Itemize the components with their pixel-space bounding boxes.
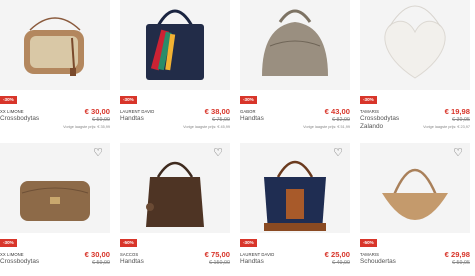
lowest-price-note: Vorige laagste prijs: € 35,99: [63, 125, 110, 129]
discount-badge: -50%: [360, 239, 377, 247]
product-image[interactable]: ♡: [120, 143, 230, 233]
product-old-price: € 59,99: [92, 260, 110, 266]
product-brand: GABOR: [240, 109, 256, 114]
product-brand: TAMARIS: [360, 109, 380, 114]
product-name[interactable]: Handtas: [120, 258, 144, 266]
product-name[interactable]: Crossbodytas: [360, 115, 399, 123]
product-image[interactable]: ♡: [120, 0, 230, 90]
product-old-price: € 75,99: [212, 117, 230, 123]
product-image[interactable]: ♡: [0, 0, 110, 90]
product-image[interactable]: ♡: [240, 0, 350, 90]
product-name[interactable]: Handtas: [240, 115, 264, 123]
product-brand: XX LIMONE: [0, 252, 24, 257]
wishlist-heart-icon[interactable]: ♡: [332, 147, 344, 159]
product-brand: LAURENT DAVID: [240, 252, 275, 257]
wishlist-heart-icon[interactable]: ♡: [452, 147, 464, 159]
product-name[interactable]: Schoudertas: [360, 258, 396, 266]
product-price: € 43,00: [324, 107, 350, 116]
navy-handbag-scarf-image: [146, 9, 204, 80]
product-price: € 30,00: [84, 250, 110, 259]
product-old-price: € 59,95: [452, 260, 470, 266]
wishlist-heart-icon[interactable]: ♡: [452, 0, 464, 2]
product-grid: ♡ -30% XX LIMONE Crossbodytas € 30,00 € …: [0, 0, 475, 276]
product-name[interactable]: Handtas: [120, 115, 144, 123]
product-old-price: € 150,00: [209, 260, 230, 266]
discount-badge: -30%: [0, 239, 17, 247]
wishlist-heart-icon[interactable]: ♡: [332, 0, 344, 2]
discount-badge: -30%: [240, 96, 257, 104]
discount-badge: -30%: [120, 96, 137, 104]
product-price: € 25,00: [324, 250, 350, 259]
product-price: € 19,98: [444, 107, 470, 116]
product-old-price: € 82,99: [332, 117, 350, 123]
taupe-dome-handbag-image: [262, 9, 328, 76]
product-price: € 29,98: [444, 250, 470, 259]
product-old-price: € 49,99: [332, 260, 350, 266]
wishlist-heart-icon[interactable]: ♡: [92, 0, 104, 2]
discount-badge: -50%: [120, 239, 137, 247]
product-image[interactable]: ♡: [0, 143, 110, 233]
discount-badge: -30%: [360, 96, 377, 104]
discount-badge: -30%: [0, 96, 17, 104]
product-brand: TAMARIS: [360, 252, 380, 257]
product-image[interactable]: ♡: [360, 0, 470, 90]
discount-badge: -30%: [240, 239, 257, 247]
product-brand: LAURENT DAVID: [120, 109, 155, 114]
product-name[interactable]: Handtas: [240, 258, 264, 266]
product-old-price: € 59,99: [92, 117, 110, 123]
product-name[interactable]: Crossbodytas: [0, 258, 39, 266]
product-price: € 75,00: [204, 250, 230, 259]
product-old-price: € 39,95: [452, 117, 470, 123]
product-seller: Zalando: [360, 123, 384, 130]
product-brand: SACCOS: [120, 252, 139, 257]
product-brand: XX LIMONE: [0, 109, 24, 114]
product-name[interactable]: Crossbodytas: [0, 115, 39, 123]
product-image[interactable]: ♡: [360, 143, 470, 233]
wishlist-heart-icon[interactable]: ♡: [212, 147, 224, 159]
product-image[interactable]: ♡: [240, 143, 350, 233]
product-price: € 38,00: [204, 107, 230, 116]
crossbody-bag-straw-image: [24, 17, 84, 76]
lowest-price-note: Vorige laagste prijs: € 51,99: [303, 125, 350, 129]
lowest-price-note: Vorige laagste prijs: € 23,97: [423, 125, 470, 129]
white-heart-crossbody-image: [384, 5, 446, 79]
product-price: € 30,00: [84, 107, 110, 116]
lowest-price-note: Vorige laagste prijs: € 45,99: [183, 125, 230, 129]
wishlist-heart-icon[interactable]: ♡: [212, 0, 224, 2]
wishlist-heart-icon[interactable]: ♡: [92, 147, 104, 159]
